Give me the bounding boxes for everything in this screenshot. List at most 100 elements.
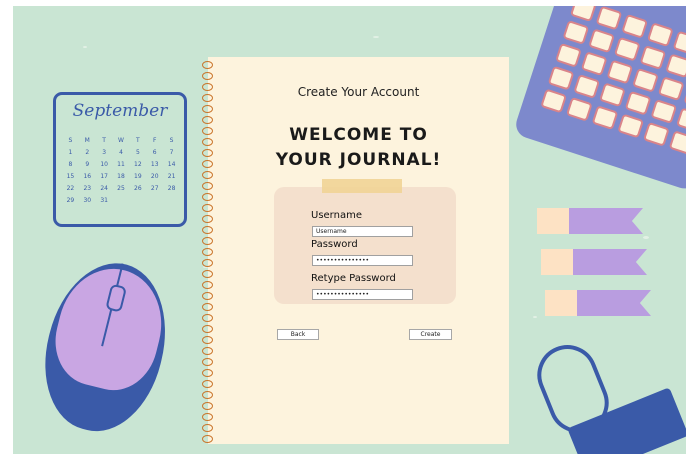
calendar-day: 23 bbox=[83, 185, 92, 192]
app-window: September S M T W T F S 1 2 3 4 5 6 7 8 9 10 11 12 13 14 15 16… bbox=[0, 0, 693, 460]
spiral-ring bbox=[202, 380, 213, 388]
keyboard-key bbox=[672, 30, 686, 56]
keyboard-key bbox=[591, 105, 619, 131]
calendar-day: 13 bbox=[150, 161, 159, 168]
tape-decoration bbox=[322, 179, 402, 193]
spiral-ring bbox=[202, 369, 213, 377]
spiral-ring bbox=[202, 182, 213, 190]
calendar-weekday: T bbox=[136, 137, 140, 144]
keyboard-key bbox=[650, 99, 678, 124]
calendar-day: 3 bbox=[102, 149, 107, 156]
spiral-ring bbox=[202, 105, 213, 113]
spiral-ring bbox=[202, 402, 213, 410]
keyboard-key bbox=[595, 6, 623, 31]
keyboard-keys bbox=[540, 6, 686, 156]
password-field[interactable]: ••••••••••••••• bbox=[312, 255, 413, 266]
spiral-ring bbox=[202, 270, 213, 278]
calendar-weekday: F bbox=[152, 137, 157, 144]
calendar-day: 28 bbox=[167, 185, 176, 192]
keyboard-key bbox=[632, 67, 659, 93]
keyboard-key bbox=[668, 130, 686, 156]
spiral-ring bbox=[202, 424, 213, 432]
password-label: Password bbox=[311, 239, 358, 250]
calendar-day: 31 bbox=[100, 197, 108, 204]
mouse-illustration bbox=[29, 250, 182, 444]
calendar-day: 8 bbox=[68, 161, 73, 168]
keyboard-key bbox=[565, 96, 593, 122]
keyboard-key bbox=[657, 76, 685, 102]
welcome-line-1: WELCOME TO bbox=[289, 125, 428, 145]
keyboard-key bbox=[547, 65, 575, 91]
calendar-day: 11 bbox=[117, 161, 125, 168]
calendar-grid: S M T W T F S 1 2 3 4 5 6 7 8 9 10 11 12 13 14 15 16 17 18 19 20 21… bbox=[62, 137, 180, 204]
keyboard-key bbox=[639, 45, 667, 70]
keyboard-key bbox=[613, 36, 641, 62]
page-title: Create Your Account bbox=[297, 85, 420, 99]
welcome-heading: WELCOME TO YOUR JOURNAL! bbox=[208, 123, 509, 173]
calendar-month: September bbox=[72, 101, 168, 121]
desk-background: September S M T W T F S 1 2 3 4 5 6 7 8 9 10 11 12 13 14 15 16… bbox=[13, 6, 686, 454]
paper-speck bbox=[373, 36, 379, 38]
spiral-ring bbox=[202, 281, 213, 289]
paper-speck bbox=[533, 316, 537, 318]
calendar-weekday: S bbox=[68, 137, 73, 144]
calendar-day: 26 bbox=[134, 185, 142, 192]
username-field[interactable]: Username bbox=[312, 226, 413, 237]
retype-password-field[interactable]: ••••••••••••••• bbox=[312, 289, 413, 300]
keyboard-key bbox=[580, 51, 608, 77]
keyboard-key bbox=[540, 88, 568, 114]
keyboard-key bbox=[606, 59, 634, 85]
spiral-ring bbox=[202, 336, 213, 344]
username-label: Username bbox=[311, 210, 362, 221]
calendar-day: 2 bbox=[85, 149, 90, 156]
notebook-page: Create Your Account WELCOME TO YOUR JOUR… bbox=[202, 57, 509, 444]
keyboard-key bbox=[621, 13, 649, 39]
spiral-ring bbox=[202, 347, 213, 355]
spiral-ring bbox=[202, 325, 213, 333]
calendar-weekday: T bbox=[102, 137, 106, 144]
back-button[interactable]: Back bbox=[277, 329, 319, 340]
calendar-day: 17 bbox=[100, 173, 108, 180]
spiral-ring bbox=[202, 193, 213, 201]
spiral-ring bbox=[202, 61, 213, 69]
calendar-day: 9 bbox=[85, 161, 90, 168]
calendar-day: 4 bbox=[119, 149, 123, 156]
keyboard-key bbox=[642, 121, 670, 147]
spiral-ring bbox=[202, 435, 213, 443]
calendar-day: 19 bbox=[134, 173, 142, 180]
bookmark-flag bbox=[537, 208, 643, 234]
keyboard-key bbox=[683, 84, 686, 110]
keyboard-key bbox=[573, 74, 601, 99]
calendar-day: 27 bbox=[150, 185, 159, 192]
calendar-day: 10 bbox=[100, 161, 108, 168]
calendar-day: 21 bbox=[167, 173, 176, 180]
spiral-ring bbox=[202, 248, 213, 256]
paper-speck bbox=[643, 236, 649, 239]
keyboard-key bbox=[646, 22, 674, 48]
spiral-ring bbox=[202, 215, 213, 223]
spiral-ring bbox=[202, 237, 213, 245]
calendar-day: 18 bbox=[117, 173, 125, 180]
keyboard-key bbox=[624, 90, 652, 116]
calendar-day: 5 bbox=[135, 149, 140, 156]
spiral-ring bbox=[202, 303, 213, 311]
spiral-ring bbox=[202, 72, 213, 80]
calendar-day: 7 bbox=[169, 149, 174, 156]
calendar-day: 14 bbox=[167, 161, 176, 168]
keyboard-key bbox=[569, 6, 597, 23]
spiral-ring bbox=[202, 314, 213, 322]
create-button[interactable]: Create bbox=[409, 329, 452, 340]
welcome-line-2: YOUR JOURNAL! bbox=[275, 150, 442, 170]
calendar-day: 6 bbox=[152, 149, 157, 156]
spiral-ring bbox=[202, 413, 213, 421]
calendar-weekday: S bbox=[169, 137, 174, 144]
calendar-day: 29 bbox=[66, 197, 75, 204]
calendar-day: 1 bbox=[68, 149, 73, 156]
keyboard-illustration bbox=[512, 6, 686, 193]
keyboard-key bbox=[599, 82, 626, 108]
calendar-weekday: M bbox=[84, 137, 90, 144]
calendar-weekday: W bbox=[118, 137, 124, 144]
calendar-day: 25 bbox=[117, 185, 125, 192]
spiral-ring bbox=[202, 391, 213, 399]
calendar-day: 22 bbox=[66, 185, 75, 192]
